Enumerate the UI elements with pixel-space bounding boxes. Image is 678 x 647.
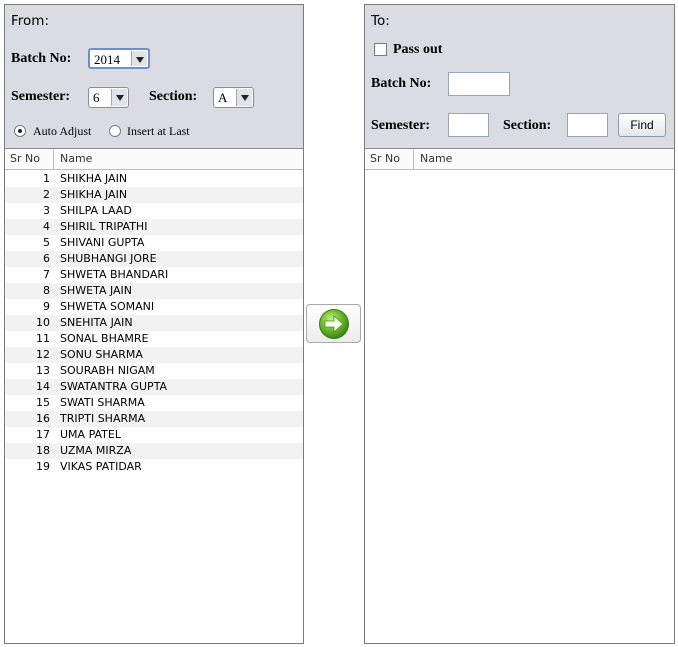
- name-cell: SHIRIL TRIPATHI: [60, 220, 148, 233]
- insert-at-last-label: Insert at Last: [127, 124, 190, 138]
- from-table-body: 1 SHIKHA JAIN 2 SHIKHA JAIN 3 SHILPA LAAD 4 SHI…: [5, 171, 303, 475]
- table-row[interactable]: 7 SHWETA BHANDARI: [5, 267, 303, 283]
- table-row[interactable]: 2 SHIKHA JAIN: [5, 187, 303, 203]
- table-row[interactable]: 4 SHIRIL TRIPATHI: [5, 219, 303, 235]
- table-row[interactable]: 6 SHUBHANGI JORE: [5, 251, 303, 267]
- srno-cell: 8: [43, 284, 50, 297]
- srno-cell: 16: [36, 412, 50, 425]
- srno-cell: 13: [36, 364, 50, 377]
- from-form: From: Batch No: 2014 Semester: 6 Section…: [5, 5, 303, 149]
- from-semester-label: Semester:: [11, 89, 71, 104]
- name-cell: SHWETA SOMANI: [60, 300, 155, 313]
- srno-cell: 14: [36, 380, 50, 393]
- to-form: To: Pass out Batch No: Semester: Section…: [365, 5, 674, 149]
- from-semester-select[interactable]: 6: [88, 87, 129, 108]
- srno-cell: 1: [43, 172, 50, 185]
- column-header-srno[interactable]: Sr No: [365, 149, 414, 169]
- name-cell: SOURABH NIGAM: [60, 364, 155, 377]
- table-row[interactable]: 10 SNEHITA JAIN: [5, 315, 303, 331]
- srno-cell: 2: [43, 188, 50, 201]
- from-section-value: A: [218, 90, 228, 105]
- name-cell: SWATI SHARMA: [60, 396, 145, 409]
- name-cell: UZMA MIRZA: [60, 444, 132, 457]
- column-header-name[interactable]: Name: [60, 149, 92, 169]
- from-batch-label: Batch No:: [11, 51, 72, 66]
- table-row[interactable]: 15 SWATI SHARMA: [5, 395, 303, 411]
- column-header-srno[interactable]: Sr No: [5, 149, 54, 169]
- green-arrow-right-icon: [319, 309, 349, 339]
- table-row[interactable]: 16 TRIPTI SHARMA: [5, 411, 303, 427]
- transfer-button[interactable]: [306, 304, 361, 343]
- table-row[interactable]: 1 SHIKHA JAIN: [5, 171, 303, 187]
- table-row[interactable]: 9 SHWETA SOMANI: [5, 299, 303, 315]
- srno-cell: 18: [36, 444, 50, 457]
- srno-cell: 5: [43, 236, 50, 249]
- auto-adjust-radio[interactable]: [14, 125, 26, 137]
- table-row[interactable]: 12 SONU SHARMA: [5, 347, 303, 363]
- insert-at-last-radio[interactable]: [109, 125, 121, 137]
- from-section-label: Section:: [149, 89, 198, 104]
- name-cell: SHILPA LAAD: [60, 204, 132, 217]
- from-title: From:: [11, 13, 49, 29]
- from-table-header: Sr No Name: [5, 149, 303, 170]
- to-section-input[interactable]: [567, 113, 608, 137]
- auto-adjust-label: Auto Adjust: [33, 124, 92, 138]
- from-semester-value: 6: [93, 90, 100, 105]
- name-cell: SWATANTRA GUPTA: [60, 380, 168, 393]
- from-batch-select[interactable]: 2014: [88, 48, 150, 69]
- find-button[interactable]: Find: [618, 113, 666, 137]
- srno-cell: 15: [36, 396, 50, 409]
- srno-cell: 17: [36, 428, 50, 441]
- srno-cell: 7: [43, 268, 50, 281]
- name-cell: UMA PATEL: [60, 428, 121, 441]
- chevron-down-icon[interactable]: [111, 89, 127, 106]
- chevron-down-icon[interactable]: [236, 89, 252, 106]
- to-semester-label: Semester:: [371, 118, 431, 133]
- name-cell: TRIPTI SHARMA: [60, 412, 146, 425]
- srno-cell: 6: [43, 252, 50, 265]
- srno-cell: 19: [36, 460, 50, 473]
- pass-out-checkbox[interactable]: [374, 43, 387, 56]
- name-cell: SHWETA BHANDARI: [60, 268, 169, 281]
- table-row[interactable]: 17 UMA PATEL: [5, 427, 303, 443]
- srno-cell: 10: [36, 316, 50, 329]
- name-cell: SHIKHA JAIN: [60, 188, 128, 201]
- from-batch-value: 2014: [94, 52, 120, 67]
- pass-out-label: Pass out: [393, 42, 443, 57]
- name-cell: SHWETA JAIN: [60, 284, 133, 297]
- name-cell: SHIVANI GUPTA: [60, 236, 145, 249]
- to-title: To:: [371, 13, 390, 29]
- table-row[interactable]: 3 SHILPA LAAD: [5, 203, 303, 219]
- name-cell: SONAL BHAMRE: [60, 332, 149, 345]
- srno-cell: 3: [43, 204, 50, 217]
- srno-cell: 9: [43, 300, 50, 313]
- name-cell: SHUBHANGI JORE: [60, 252, 157, 265]
- name-cell: SNEHITA JAIN: [60, 316, 133, 329]
- table-row[interactable]: 5 SHIVANI GUPTA: [5, 235, 303, 251]
- to-table-header: Sr No Name: [365, 149, 674, 170]
- table-row[interactable]: 14 SWATANTRA GUPTA: [5, 379, 303, 395]
- table-row[interactable]: 13 SOURABH NIGAM: [5, 363, 303, 379]
- to-semester-input[interactable]: [448, 113, 489, 137]
- to-panel: To: Pass out Batch No: Semester: Section…: [364, 4, 675, 644]
- table-row[interactable]: 18 UZMA MIRZA: [5, 443, 303, 459]
- table-row[interactable]: 8 SHWETA JAIN: [5, 283, 303, 299]
- from-panel: From: Batch No: 2014 Semester: 6 Section…: [4, 4, 304, 644]
- srno-cell: 4: [43, 220, 50, 233]
- from-section-select[interactable]: A: [213, 87, 254, 108]
- srno-cell: 11: [36, 332, 50, 345]
- table-row[interactable]: 19 VIKAS PATIDAR: [5, 459, 303, 475]
- to-section-label: Section:: [503, 118, 552, 133]
- table-row[interactable]: 11 SONAL BHAMRE: [5, 331, 303, 347]
- name-cell: SHIKHA JAIN: [60, 172, 128, 185]
- column-header-name[interactable]: Name: [420, 149, 452, 169]
- name-cell: VIKAS PATIDAR: [60, 460, 142, 473]
- srno-cell: 12: [36, 348, 50, 361]
- chevron-down-icon[interactable]: [131, 51, 147, 66]
- to-batch-label: Batch No:: [371, 76, 432, 91]
- name-cell: SONU SHARMA: [60, 348, 143, 361]
- to-batch-input[interactable]: [448, 72, 510, 96]
